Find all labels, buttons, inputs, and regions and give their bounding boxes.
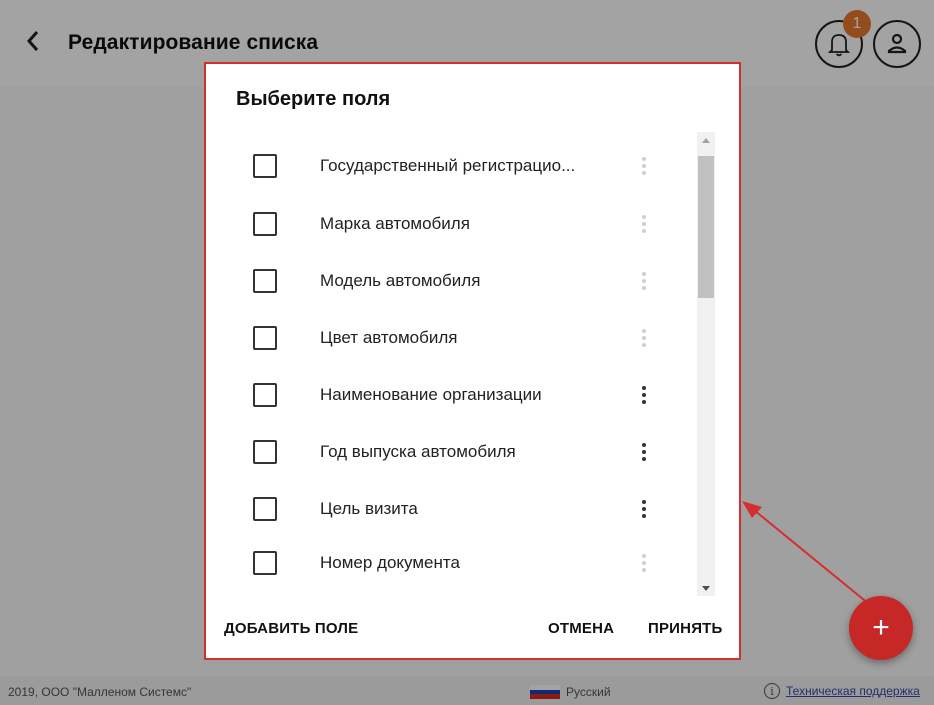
- field-label: Цель визита: [320, 499, 418, 518]
- drag-handle-icon[interactable]: [637, 383, 651, 407]
- drag-handle-icon[interactable]: [637, 551, 651, 575]
- field-checkbox[interactable]: [253, 383, 277, 407]
- field-checkbox[interactable]: [253, 154, 277, 178]
- field-checkbox[interactable]: [253, 269, 277, 293]
- field-checkbox[interactable]: [253, 326, 277, 350]
- field-checkbox[interactable]: [253, 440, 277, 464]
- cancel-button[interactable]: ОТМЕНА: [548, 620, 614, 637]
- field-label: Наименование организации: [320, 385, 542, 404]
- field-row: Модель автомобиля: [206, 252, 741, 310]
- dialog-title: Выберите поля: [236, 88, 391, 110]
- field-row: Марка автомобиля: [206, 195, 741, 253]
- drag-handle-icon[interactable]: [637, 212, 651, 236]
- field-label: Государственный регистрацио...: [320, 156, 576, 175]
- field-row: Государственный регистрацио...: [206, 137, 741, 195]
- scroll-thumb[interactable]: [698, 156, 714, 298]
- field-label: Цвет автомобиля: [320, 328, 458, 347]
- select-fields-dialog: Выберите поля Государственный регистраци…: [204, 62, 741, 660]
- list-scrollbar[interactable]: [697, 132, 715, 596]
- field-label: Модель автомобиля: [320, 271, 481, 290]
- drag-handle-icon[interactable]: [637, 440, 651, 464]
- drag-handle-icon[interactable]: [637, 326, 651, 350]
- add-fab-button[interactable]: +: [849, 596, 913, 660]
- fields-list: Государственный регистрацио... Марка авт…: [206, 134, 741, 596]
- field-checkbox[interactable]: [253, 497, 277, 521]
- drag-handle-icon[interactable]: [637, 154, 651, 178]
- add-field-button[interactable]: ДОБАВИТЬ ПОЛЕ: [224, 620, 358, 637]
- scroll-down-arrow-icon[interactable]: [697, 580, 715, 596]
- accept-button[interactable]: ПРИНЯТЬ: [648, 620, 723, 637]
- field-row: Цель визита: [206, 480, 741, 538]
- field-row: Наименование организации: [206, 366, 741, 424]
- field-checkbox[interactable]: [253, 212, 277, 236]
- field-label: Марка автомобиля: [320, 214, 470, 233]
- field-row: Цвет автомобиля: [206, 309, 741, 367]
- field-label: Год выпуска автомобиля: [320, 442, 516, 461]
- field-label: Номер документа: [320, 553, 460, 572]
- field-row: Номер документа: [206, 534, 741, 592]
- field-checkbox[interactable]: [253, 551, 277, 575]
- drag-handle-icon[interactable]: [637, 497, 651, 521]
- field-row: Год выпуска автомобиля: [206, 423, 741, 481]
- scroll-up-arrow-icon[interactable]: [697, 132, 715, 148]
- drag-handle-icon[interactable]: [637, 269, 651, 293]
